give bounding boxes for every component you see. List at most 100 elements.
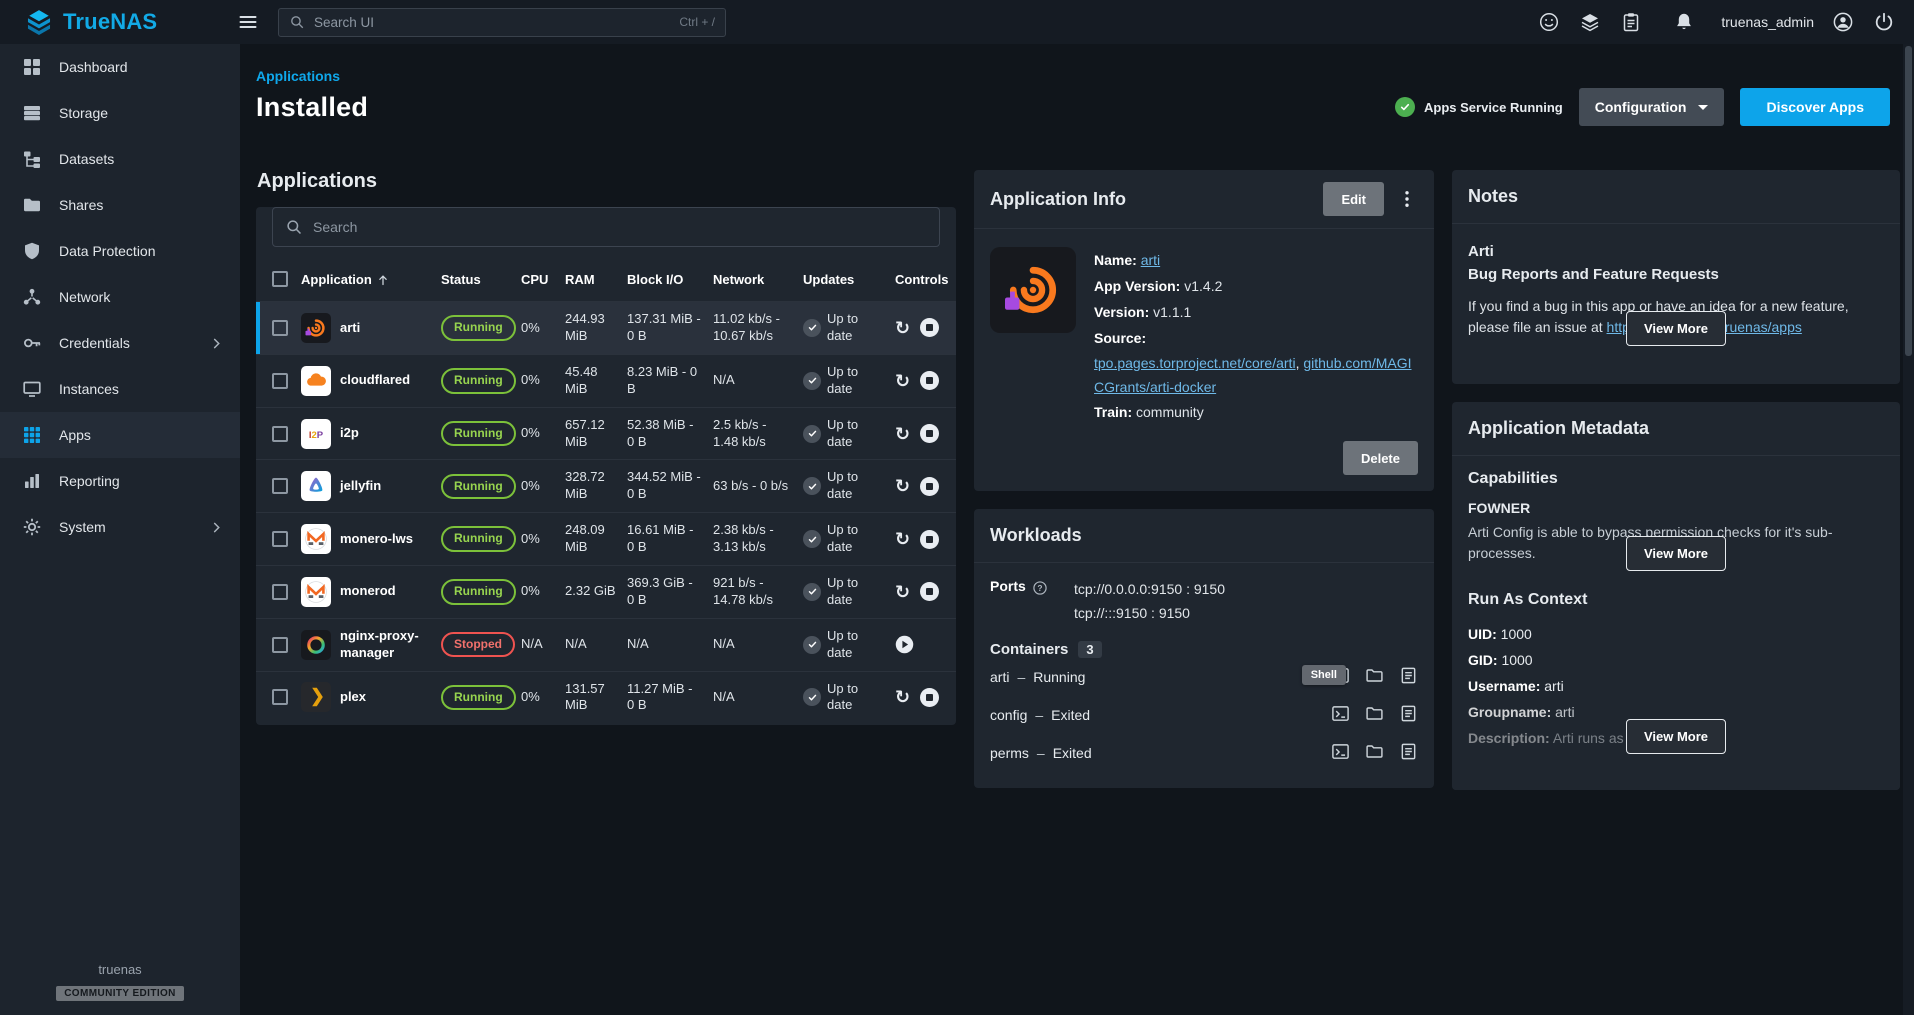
column-header-status[interactable]: Status [436,257,516,302]
container-volumes-button[interactable] [1365,742,1384,764]
container-volumes-button[interactable] [1365,666,1384,688]
help-icon[interactable]: ? [1032,580,1048,596]
global-search-input[interactable] [314,15,670,30]
sidebar-item-apps[interactable]: Apps [0,412,240,458]
restart-button[interactable]: ↻ [895,425,910,443]
container-logs-button[interactable] [1399,666,1418,688]
capabilities-view-more-button[interactable]: View More [1626,536,1726,571]
column-header-controls[interactable]: Controls [890,257,956,302]
source-link[interactable]: tpo.pages.torproject.net/core/arti [1094,355,1296,371]
stop-button[interactable] [920,477,939,496]
container-logs-button[interactable] [1399,742,1418,764]
column-header-ram[interactable]: RAM [560,257,622,302]
row-checkbox[interactable] [272,320,288,336]
runas-view-more-button[interactable]: View More [1626,719,1726,754]
sidebar-item-dashboard[interactable]: Dashboard [0,44,240,90]
app-row-monero-lws[interactable]: monero-lwsRunning0%248.09 MiB16.61 MiB -… [256,513,956,566]
app-row-jellyfin[interactable]: jellyfinRunning0%328.72 MiB344.52 MiB - … [256,460,956,513]
content-columns: Applications ApplicationStatusCPURAMBloc… [256,170,1890,790]
app-row-i2p[interactable]: I2Pi2pRunning0%657.12 MiB52.38 MiB - 0 B… [256,407,956,460]
container-row-arti: arti–Running [990,658,1418,696]
user-avatar-icon[interactable] [1831,10,1855,34]
app-row-nginx-proxy-manager[interactable]: nginx-proxy-managerStoppedN/AN/AN/AN/AUp… [256,618,956,671]
container-logs-button[interactable] [1399,704,1418,726]
discover-apps-button[interactable]: Discover Apps [1740,88,1890,126]
feedback-smiley-icon[interactable] [1537,10,1561,34]
sidebar-item-data-protection[interactable]: Data Protection [0,228,240,274]
version-field: Version: v1.1.1 [1094,299,1418,325]
row-checkbox[interactable] [272,584,288,600]
row-select-cell [256,460,296,513]
container-volumes-button[interactable] [1365,704,1384,726]
row-checkbox[interactable] [272,531,288,547]
select-all-checkbox[interactable] [272,271,288,287]
scrollbar[interactable] [1903,44,1914,1015]
column-header-application[interactable]: Application [296,257,436,302]
scrollbar-thumb[interactable] [1905,46,1912,356]
updates-cell: Up to date [798,618,890,671]
configuration-button[interactable]: Configuration [1579,88,1725,126]
stop-button[interactable] [920,318,939,337]
truenas-logo[interactable]: TrueNAS [0,9,224,36]
stop-button[interactable] [920,424,939,443]
app-row-monerod[interactable]: monerodRunning0%2.32 GiB369.3 GiB - 0 B9… [256,565,956,618]
row-checkbox[interactable] [272,637,288,653]
restart-button[interactable]: ↻ [895,583,910,601]
stop-button[interactable] [920,530,939,549]
app-row-plex[interactable]: plexRunning0%131.57 MiB11.27 MiB - 0 BN/… [256,671,956,723]
stop-button[interactable] [920,371,939,390]
kebab-menu-icon[interactable] [1396,188,1418,210]
row-checkbox[interactable] [272,478,288,494]
sidebar-item-label: Apps [59,427,91,443]
restart-button[interactable]: ↻ [895,477,910,495]
sidebar-item-reporting[interactable]: Reporting [0,458,240,504]
controls-cell: ↻ [890,565,956,618]
sidebar-item-storage[interactable]: Storage [0,90,240,136]
sidebar-item-datasets[interactable]: Datasets [0,136,240,182]
notes-view-more-button[interactable]: View More [1626,311,1726,346]
ram-cell: 244.93 MiB [560,302,622,355]
start-button[interactable] [895,635,914,654]
column-header-network[interactable]: Network [708,257,798,302]
app-row-cloudflared[interactable]: cloudflaredRunning0%45.48 MiB8.23 MiB - … [256,354,956,407]
row-checkbox[interactable] [272,373,288,389]
sidebar-item-credentials[interactable]: Credentials [0,320,240,366]
container-shell-button[interactable] [1331,704,1350,726]
jobs-clipboard-icon[interactable] [1619,10,1643,34]
restart-button[interactable]: ↻ [895,688,910,706]
stop-icon [926,324,933,331]
power-icon[interactable] [1872,10,1896,34]
restart-button[interactable]: ↻ [895,319,910,337]
apps-search-input[interactable] [313,219,927,235]
alerts-bell-icon[interactable] [1672,10,1696,34]
cpu-cell: 0% [516,354,560,407]
column-header-cpu[interactable]: CPU [516,257,560,302]
restart-button[interactable]: ↻ [895,372,910,390]
column-header-block-i-o[interactable]: Block I/O [622,257,708,302]
stop-button[interactable] [920,582,939,601]
global-search[interactable]: Ctrl + / [278,8,726,37]
app-name-link[interactable]: arti [1141,252,1160,268]
stop-button[interactable] [920,688,939,707]
train-field: Train: community [1094,399,1418,425]
sidebar-item-instances[interactable]: Instances [0,366,240,412]
block-io-cell: 137.31 MiB - 0 B [622,302,708,355]
container-shell-button[interactable] [1331,742,1350,764]
row-checkbox[interactable] [272,689,288,705]
column-label: Updates [803,272,854,287]
edit-button[interactable]: Edit [1323,182,1384,216]
column-header-updates[interactable]: Updates [798,257,890,302]
sidebar-item-shares[interactable]: Shares [0,182,240,228]
truecommand-layers-icon[interactable] [1578,10,1602,34]
row-checkbox[interactable] [272,426,288,442]
restart-button[interactable]: ↻ [895,530,910,548]
hamburger-menu-icon[interactable] [236,10,260,34]
sidebar-item-network[interactable]: Network [0,274,240,320]
apps-search[interactable] [272,207,940,247]
breadcrumb[interactable]: Applications [256,68,340,84]
delete-button[interactable]: Delete [1343,441,1418,475]
app-row-arti[interactable]: artiRunning0%244.93 MiB137.31 MiB - 0 B1… [256,302,956,355]
sidebar-item-system[interactable]: System [0,504,240,550]
row-select-cell [256,407,296,460]
restart-icon: ↻ [895,530,910,548]
